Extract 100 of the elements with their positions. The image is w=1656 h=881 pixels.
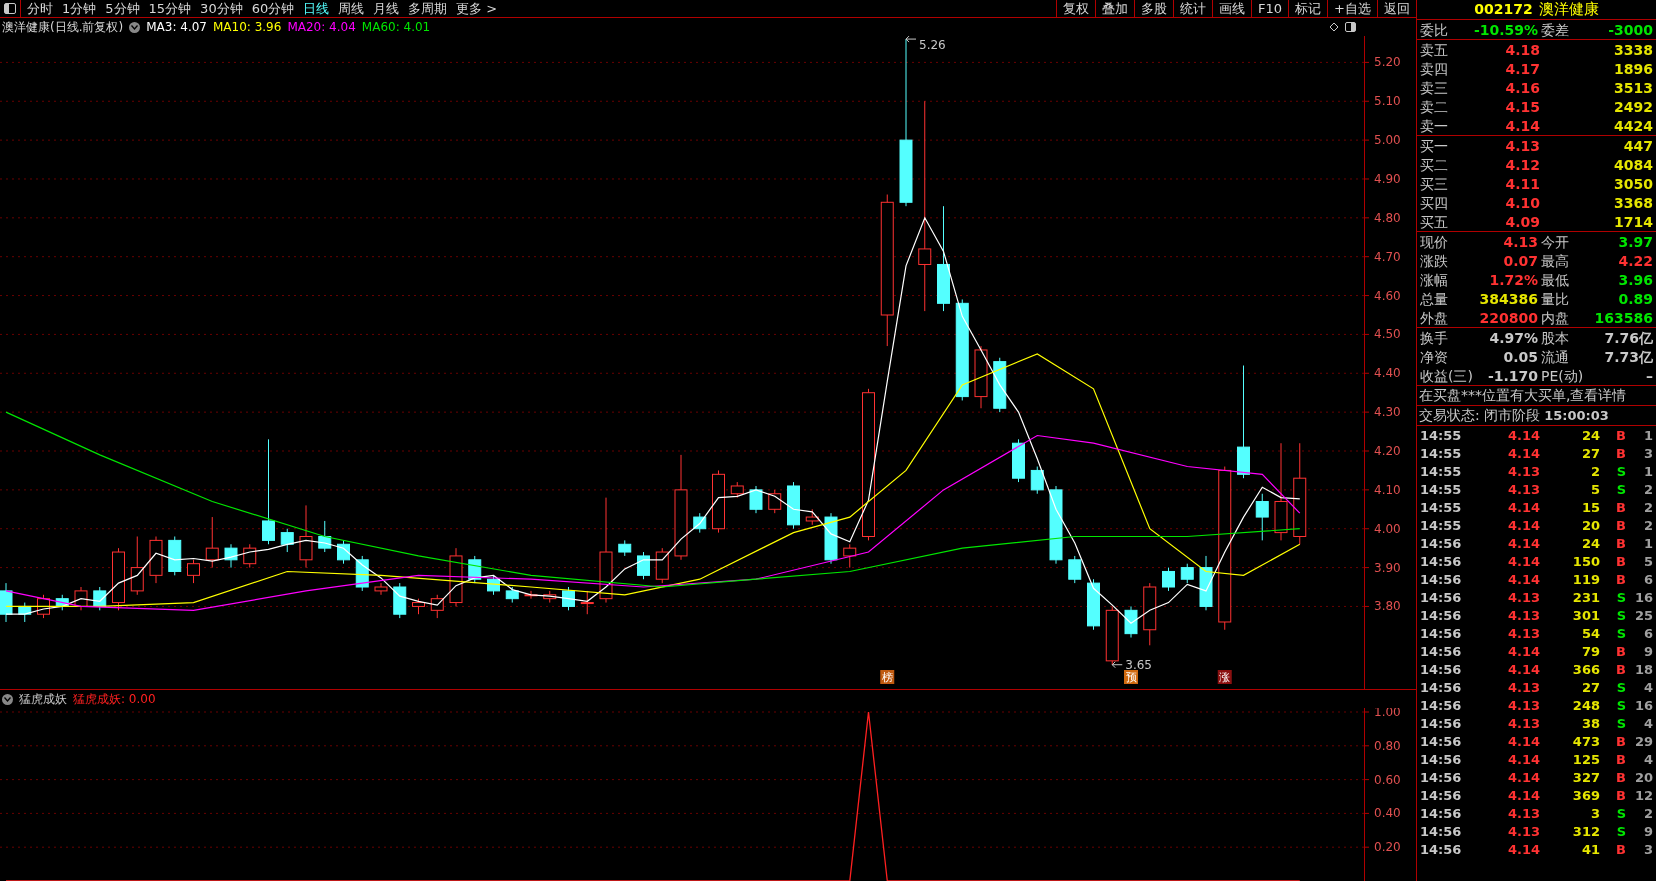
quote-value: 220800: [1479, 310, 1538, 325]
toolbar-button[interactable]: 统计: [1173, 0, 1213, 17]
quote-value: 3.97: [1618, 234, 1653, 249]
quote-value: 0.05: [1503, 349, 1538, 364]
tick-volume: 231: [1571, 590, 1600, 604]
order-price: 4.18: [1504, 42, 1540, 57]
candlestick: [187, 559, 200, 584]
tick-price: 4.14: [1506, 554, 1540, 568]
indicator-name: 猛虎成妖: [19, 691, 67, 708]
candlestick: [1162, 567, 1175, 592]
order-price: 4.17: [1504, 61, 1540, 76]
candlestick: [655, 547, 669, 584]
candlestick: [149, 536, 163, 584]
candlestick: [505, 586, 519, 604]
period-tab[interactable]: 1分钟: [62, 2, 97, 15]
quote-label: 流通: [1541, 349, 1569, 364]
tick-count: 2: [1642, 518, 1653, 532]
signal-marker-label: 榜: [881, 671, 893, 684]
tick-volume: 125: [1571, 752, 1600, 766]
period-tab[interactable]: 分时: [27, 2, 53, 15]
order-volume: 3338: [1613, 42, 1653, 57]
toolbar-button[interactable]: 多股: [1134, 0, 1174, 17]
tick-count: 9: [1642, 644, 1653, 658]
tick-price: 4.13: [1506, 464, 1540, 478]
stock-name: 澳洋健康: [1538, 0, 1599, 21]
panel-toggle-icon[interactable]: [1345, 22, 1356, 32]
toolbar-button[interactable]: 返回: [1377, 0, 1416, 17]
tick-price: 4.14: [1506, 770, 1540, 784]
candlestick: [130, 536, 144, 596]
chevron-down-icon[interactable]: [2, 693, 13, 705]
candlestick: [224, 543, 238, 569]
tick-price: 4.13: [1506, 482, 1540, 496]
tick-price: 4.13: [1506, 824, 1540, 838]
period-tab[interactable]: 30分钟: [200, 2, 243, 15]
tick-side: S: [1615, 626, 1626, 640]
period-tab[interactable]: 5分钟: [105, 2, 140, 15]
tick-time: 14:55: [1420, 518, 1463, 532]
quote-label: 总量: [1420, 291, 1448, 306]
period-tab[interactable]: 多周期: [408, 2, 448, 15]
quote-value: -1.170: [1487, 368, 1538, 383]
tick-count: 6: [1642, 572, 1653, 586]
candlestick: [1255, 493, 1269, 541]
period-tab[interactable]: 日线: [303, 2, 330, 15]
ma-legend-label: MA10: 3.96: [212, 19, 282, 36]
period-tab[interactable]: 更多 >: [456, 2, 498, 15]
quote-label: 买五: [1420, 214, 1449, 229]
signal-marker-label: 预: [1125, 671, 1137, 684]
tick-side: B: [1615, 644, 1626, 658]
ma-legend-label: MA60: 4.01: [361, 19, 431, 36]
toolbar-button[interactable]: +自选: [1327, 0, 1377, 17]
tick-side: B: [1615, 572, 1626, 586]
toolbar-button[interactable]: 画线: [1212, 0, 1252, 17]
tick-side: B: [1615, 734, 1626, 748]
chevron-down-icon[interactable]: [129, 21, 141, 33]
sidebar-toggle-icon[interactable]: [4, 3, 16, 14]
tick-side: B: [1615, 536, 1626, 550]
toolbar-button[interactable]: 叠加: [1095, 0, 1135, 17]
order-volume: 4084: [1613, 157, 1653, 172]
period-tab[interactable]: 15分钟: [148, 2, 192, 15]
diamond-icon[interactable]: [1329, 22, 1339, 32]
axis-tick-label: 0.20: [1374, 840, 1401, 855]
tick-volume: 24: [1580, 428, 1600, 442]
quote-label: 今开: [1541, 234, 1569, 249]
candlestick: [843, 543, 857, 569]
quote-label: 量比: [1541, 291, 1569, 306]
order-volume: 4424: [1613, 118, 1653, 133]
candlestick: [18, 602, 32, 623]
quote-value: 4.13: [1503, 234, 1538, 249]
tick-price: 4.14: [1506, 662, 1540, 676]
tick-time: 14:56: [1420, 824, 1463, 838]
order-price: 4.09: [1504, 214, 1540, 229]
candlestick: [1030, 466, 1044, 495]
tick-volume: 41: [1580, 842, 1600, 856]
tick-volume: 38: [1580, 716, 1600, 730]
tick-count: 6: [1642, 626, 1653, 640]
tick-volume: 15: [1580, 500, 1600, 514]
tick-price: 4.14: [1506, 536, 1540, 550]
period-tab[interactable]: 60分钟: [251, 2, 295, 15]
candlestick: [37, 594, 50, 619]
toolbar-button[interactable]: 复权: [1056, 0, 1096, 17]
quote-value: -3000: [1608, 22, 1653, 37]
price-axis-label: 4.60: [1374, 288, 1401, 303]
tick-volume: 20: [1580, 518, 1600, 532]
tick-time: 14:56: [1420, 788, 1463, 802]
tick-count: 5: [1642, 554, 1653, 568]
notice-text[interactable]: 在买盘***位置有大买单,查看详情: [1419, 385, 1627, 406]
period-tab[interactable]: 周线: [338, 2, 365, 15]
tick-price: 4.14: [1506, 446, 1540, 460]
tick-side: B: [1615, 662, 1626, 676]
toolbar-button[interactable]: 标记: [1288, 0, 1328, 17]
quote-label: 净资: [1420, 349, 1448, 364]
tick-time: 14:56: [1420, 572, 1463, 586]
tick-volume: 119: [1571, 572, 1600, 586]
toolbar-button[interactable]: F10: [1251, 0, 1289, 17]
quote-label: 买三: [1420, 176, 1449, 191]
order-volume: 3513: [1613, 80, 1653, 95]
candlestick: [1199, 555, 1213, 611]
period-tab[interactable]: 月线: [373, 2, 400, 15]
tick-side: S: [1615, 806, 1626, 820]
order-volume: 1714: [1613, 214, 1653, 229]
